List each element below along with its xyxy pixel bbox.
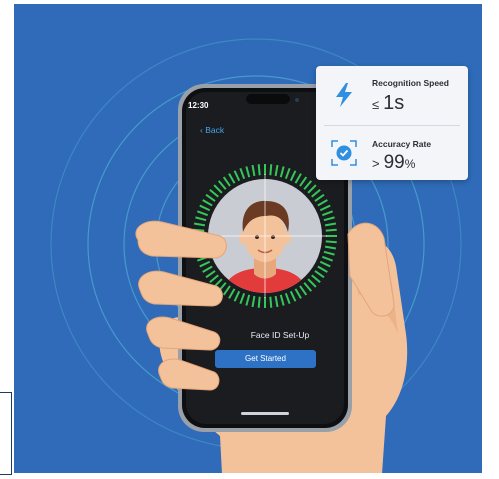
- metric-label: Accuracy Rate: [372, 139, 432, 149]
- edge-frame: [0, 392, 12, 475]
- metric-recognition-speed: Recognition Speed ≤1s: [316, 68, 468, 124]
- metrics-card: Recognition Speed ≤1s Accuracy Rate >99%: [316, 66, 468, 180]
- status-bar-time: 12:30: [188, 101, 209, 110]
- metric-accuracy-rate: Accuracy Rate >99%: [316, 126, 468, 182]
- metric-operator: ≤: [372, 97, 380, 112]
- metric-operator: >: [372, 156, 380, 171]
- scan-tick: [257, 296, 261, 308]
- get-started-button[interactable]: Get Started: [215, 350, 316, 368]
- metric-value: >99%: [372, 152, 415, 174]
- metric-unit: %: [404, 157, 416, 171]
- scan-tick: [325, 240, 337, 244]
- scan-tick: [269, 296, 273, 308]
- illustration-scene: 12:30 ‹ Back Face ID Set-Up Get Started …: [14, 4, 482, 473]
- back-link[interactable]: ‹ Back: [200, 125, 224, 135]
- scan-tick: [257, 164, 261, 176]
- back-label[interactable]: Back: [205, 125, 224, 135]
- check-badge-icon: [331, 140, 357, 166]
- metric-number: 1s: [383, 92, 405, 114]
- metric-label: Recognition Speed: [372, 78, 449, 88]
- scan-tick: [269, 164, 273, 176]
- screen-title: Face ID Set-Up: [250, 330, 310, 340]
- lightning-bolt-icon: [336, 83, 352, 107]
- scan-tick: [325, 228, 337, 232]
- metric-number: 99: [383, 152, 405, 173]
- metric-value: ≤1s: [372, 92, 404, 115]
